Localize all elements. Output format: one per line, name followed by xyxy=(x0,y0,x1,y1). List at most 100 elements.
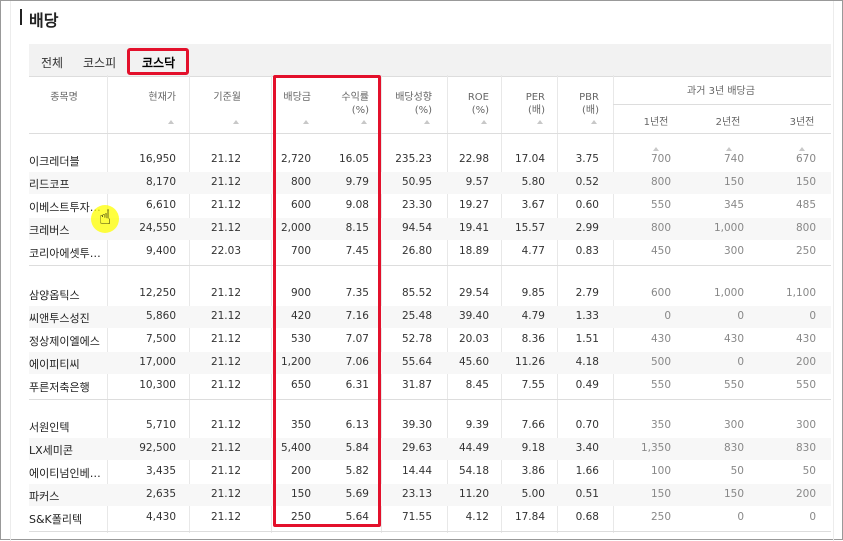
cell-payout: 31.87 xyxy=(401,379,432,391)
cell-roe: 45.60 xyxy=(458,356,489,368)
cell-yield: 6.31 xyxy=(345,379,369,391)
cell-per: 11.26 xyxy=(514,356,545,368)
header-payout[interactable]: 배당성향 xyxy=(382,91,432,104)
cell-1y-ago: 800 xyxy=(650,222,671,234)
cell-per: 7.66 xyxy=(521,419,545,431)
cell-2y-ago: 345 xyxy=(723,199,744,211)
cell-payout: 71.55 xyxy=(401,511,432,523)
cell-roe: 9.57 xyxy=(465,176,489,188)
cell-dividend: 250 xyxy=(290,511,311,523)
sort-arrow-icon[interactable] xyxy=(653,147,659,151)
sort-arrow-icon[interactable] xyxy=(481,120,487,124)
stock-name-link[interactable]: 정상제이엘에스 xyxy=(29,333,100,349)
cell-payout: 52.78 xyxy=(401,333,432,345)
column-divider xyxy=(189,75,190,533)
stock-name-link[interactable]: S&K폴리텍 xyxy=(29,511,82,527)
stock-name-link[interactable]: 파커스 xyxy=(29,488,59,504)
cell-pbr: 1.51 xyxy=(575,333,599,345)
cell-price: 5,860 xyxy=(145,310,176,322)
sort-arrow-icon[interactable] xyxy=(361,120,367,124)
cell-3y-ago: 550 xyxy=(795,379,816,391)
sort-arrow-icon[interactable] xyxy=(726,147,732,151)
stock-name-link[interactable]: 코리아에셋투… xyxy=(29,245,101,261)
cell-3y-ago: 150 xyxy=(795,176,816,188)
sort-arrow-icon[interactable] xyxy=(424,120,430,124)
tab-kospi[interactable]: 코스피 xyxy=(83,44,116,76)
cell-3y-ago: 300 xyxy=(795,419,816,431)
cell-price: 6,610 xyxy=(145,199,176,211)
cell-2y-ago: 300 xyxy=(723,245,744,257)
stock-name-link[interactable]: 이크레더블 xyxy=(29,153,80,169)
header-base-month[interactable]: 기준월 xyxy=(191,91,241,104)
sort-arrow-icon[interactable] xyxy=(233,120,239,124)
cell-yield: 9.79 xyxy=(345,176,369,188)
cell-3y-ago: 830 xyxy=(795,442,816,454)
tab-bar: 전체 코스피 코스닥 xyxy=(29,44,831,77)
cell-per: 15.57 xyxy=(514,222,545,234)
stock-name-link[interactable]: 이베스트투자… xyxy=(29,199,101,215)
cell-base-month: 21.12 xyxy=(210,419,241,431)
cell-payout: 39.30 xyxy=(401,419,432,431)
cell-2y-ago: 0 xyxy=(737,356,744,368)
cell-payout: 94.54 xyxy=(401,222,432,234)
cell-2y-ago: 550 xyxy=(723,379,744,391)
cell-yield: 16.05 xyxy=(338,153,369,165)
cell-roe: 22.98 xyxy=(458,153,489,165)
cell-pbr: 2.99 xyxy=(575,222,599,234)
header-price[interactable]: 현재가 xyxy=(126,91,176,104)
header-dividend[interactable]: 배당금 xyxy=(261,91,311,104)
cell-price: 16,950 xyxy=(139,153,176,165)
sort-arrow-icon[interactable] xyxy=(168,120,174,124)
sort-arrow-icon[interactable] xyxy=(303,120,309,124)
sort-arrow-icon[interactable] xyxy=(799,147,805,151)
cell-base-month: 21.12 xyxy=(210,176,241,188)
cell-3y-ago: 0 xyxy=(809,310,816,322)
sort-arrow-icon[interactable] xyxy=(537,120,543,124)
header-1y-ago[interactable]: 1년전 xyxy=(631,116,681,129)
stock-name-link[interactable]: 에이티넘인베… xyxy=(29,465,101,481)
cell-price: 7,500 xyxy=(145,333,176,345)
tab-kosdaq[interactable]: 코스닥 xyxy=(142,44,175,76)
cell-payout: 25.48 xyxy=(401,310,432,322)
stock-name-link[interactable]: 푸른저축은행 xyxy=(29,379,90,395)
cell-per: 17.84 xyxy=(514,511,545,523)
cell-roe: 19.41 xyxy=(458,222,489,234)
page-title: 배당 xyxy=(29,11,59,30)
page: { "title": "배당", "tabs": [ {"label": "전체… xyxy=(0,0,843,541)
sort-arrow-icon[interactable] xyxy=(591,120,597,124)
hand-cursor-icon: ☝ xyxy=(99,205,112,229)
cell-1y-ago: 250 xyxy=(650,511,671,523)
header-name[interactable]: 종목명 xyxy=(39,91,89,104)
cell-price: 12,250 xyxy=(139,287,176,299)
stock-name-link[interactable]: 서원인텍 xyxy=(29,419,69,435)
cell-roe: 8.45 xyxy=(465,379,489,391)
cell-base-month: 21.12 xyxy=(210,310,241,322)
header-yield[interactable]: 수익률 xyxy=(319,91,369,104)
cell-price: 9,400 xyxy=(145,245,176,257)
column-divider xyxy=(107,75,108,533)
tab-all[interactable]: 전체 xyxy=(41,44,63,76)
cell-3y-ago: 200 xyxy=(795,488,816,500)
cell-pbr: 0.60 xyxy=(575,199,599,211)
stock-name-link[interactable]: LX세미콘 xyxy=(29,442,73,458)
cell-payout: 23.13 xyxy=(401,488,432,500)
stock-name-link[interactable]: 씨앤투스성진 xyxy=(29,310,90,326)
cell-payout: 55.64 xyxy=(401,356,432,368)
cell-yield: 7.45 xyxy=(345,245,369,257)
cell-yield: 7.07 xyxy=(345,333,369,345)
header-yield-unit: (%) xyxy=(351,105,369,116)
cell-1y-ago: 550 xyxy=(650,199,671,211)
header-3y-ago[interactable]: 3년전 xyxy=(777,116,827,129)
header-per[interactable]: PER xyxy=(495,91,545,104)
cell-3y-ago: 485 xyxy=(795,199,816,211)
cell-yield: 5.64 xyxy=(345,511,369,523)
cell-per: 4.79 xyxy=(521,310,545,322)
cell-per: 17.04 xyxy=(514,153,545,165)
cell-3y-ago: 200 xyxy=(795,356,816,368)
cell-yield: 6.13 xyxy=(345,419,369,431)
stock-name-link[interactable]: 삼양옵틱스 xyxy=(29,287,80,303)
stock-name-link[interactable]: 에이피티씨 xyxy=(29,356,80,372)
stock-name-link[interactable]: 리드코프 xyxy=(29,176,69,192)
stock-name-link[interactable]: 크레버스 xyxy=(29,222,69,238)
header-2y-ago[interactable]: 2년전 xyxy=(703,116,753,129)
